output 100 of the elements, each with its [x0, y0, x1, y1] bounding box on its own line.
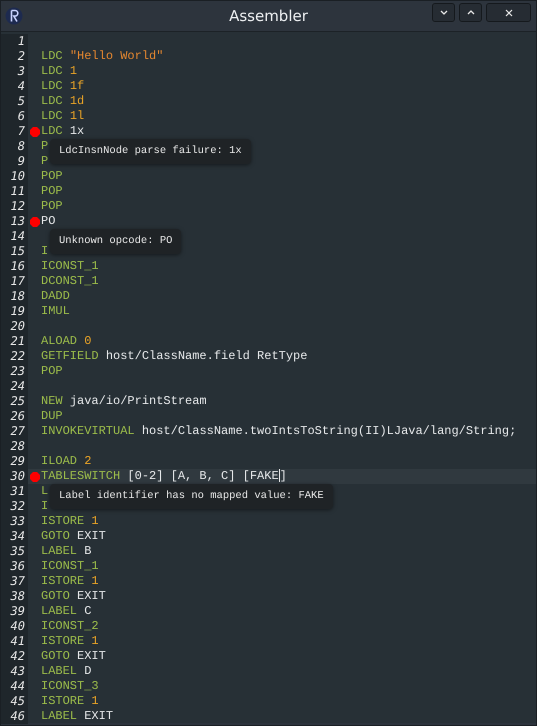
operand: B: [84, 544, 92, 558]
number-literal: 1f: [70, 79, 84, 93]
opcode: IMUL: [41, 304, 70, 318]
opcode: POP: [41, 364, 63, 378]
opcode: LABEL: [41, 709, 78, 723]
close-button[interactable]: [486, 3, 531, 22]
line-number: 22: [10, 349, 25, 363]
operand: java/io/PrintStream: [70, 394, 207, 408]
line-number: 4: [18, 79, 25, 93]
line-number: 14: [10, 229, 25, 243]
error-marker-icon: [30, 126, 40, 136]
opcode: I: [41, 244, 48, 258]
line-number: 34: [10, 529, 25, 543]
line-number: 16: [10, 259, 25, 273]
opcode: I: [41, 499, 48, 513]
operand: C: [84, 604, 92, 618]
chevron-down-icon: [440, 10, 448, 15]
line-number: 20: [10, 319, 25, 333]
opcode: LDC: [41, 64, 63, 78]
line-number: 26: [10, 409, 25, 423]
opcode: LDC: [41, 124, 63, 138]
opcode: POP: [41, 184, 63, 198]
opcode: P: [41, 139, 48, 153]
opcode: ILOAD: [41, 454, 78, 468]
opcode: ALOAD: [41, 334, 78, 348]
opcode: LDC: [41, 49, 63, 63]
error-tooltip: Unknown opcode: PO: [50, 229, 182, 254]
bracket: ]: [280, 469, 287, 483]
opcode: LDC: [41, 94, 63, 108]
operand: host/ClassName.field RetType: [106, 349, 308, 363]
opcode: ISTORE: [41, 634, 84, 648]
operand: PO: [41, 214, 56, 228]
chevron-up-icon: [466, 10, 474, 15]
opcode: DUP: [41, 409, 63, 423]
opcode: LABEL: [41, 604, 78, 618]
opcode: GETFIELD: [41, 349, 99, 363]
number-literal: 1: [91, 694, 99, 708]
opcode: LDC: [41, 109, 63, 123]
line-number: 42: [10, 649, 25, 663]
line-number: 11: [10, 184, 25, 198]
opcode: ISTORE: [41, 574, 84, 588]
line-number: 44: [10, 679, 25, 693]
line-number: 3: [18, 64, 25, 78]
line-number: 25: [10, 394, 25, 408]
line-number: 19: [10, 304, 25, 318]
number-literal: 0: [84, 334, 92, 348]
number-literal: 1: [91, 574, 99, 588]
number-literal: 1: [91, 514, 99, 528]
line-number: 23: [10, 364, 25, 378]
opcode: INVOKEVIRTUAL: [41, 424, 135, 438]
maximize-button[interactable]: [459, 3, 482, 22]
line-number: 24: [10, 379, 25, 393]
opcode: ISTORE: [41, 694, 84, 708]
error-marker-icon: [30, 216, 40, 226]
operand: EXIT: [77, 529, 106, 543]
error-tooltip: Label identifier has no mapped value: FAKE: [50, 484, 333, 509]
number-literal: 1d: [70, 94, 84, 108]
line-number: 27: [10, 424, 25, 438]
opcode: ICONST_2: [41, 619, 99, 633]
line-number: 29: [10, 454, 25, 468]
opcode: ICONST_3: [41, 679, 99, 693]
operand: EXIT: [77, 649, 106, 663]
line-number: 39: [10, 604, 25, 618]
line-number: 32: [10, 499, 25, 513]
opcode: DADD: [41, 289, 70, 303]
opcode: DCONST_1: [41, 274, 99, 288]
line-number: 38: [10, 589, 25, 603]
line-number: 43: [10, 664, 25, 678]
line-number: 2: [18, 49, 25, 63]
number-literal: 1: [70, 64, 78, 78]
line-number: 37: [10, 574, 25, 588]
operand: EXIT: [77, 589, 106, 603]
line-number: 1: [18, 34, 25, 48]
line-number: 45: [10, 694, 25, 708]
error-marker-icon: [30, 472, 40, 482]
string-literal: "Hello World": [70, 49, 164, 63]
line-number: 41: [10, 634, 25, 648]
opcode: P: [41, 154, 48, 168]
opcode: POP: [41, 169, 63, 183]
opcode: GOTO: [41, 529, 70, 543]
text-cursor: [278, 469, 280, 482]
operand: 1x: [70, 124, 84, 138]
line-number: 21: [10, 334, 25, 348]
operand: EXIT: [84, 709, 114, 723]
line-number: 7: [18, 124, 25, 138]
line-number: 9: [18, 154, 25, 168]
operand: host/ClassName.twoIntsToString(II)LJava/lang/String;: [142, 424, 516, 438]
close-icon: [504, 8, 512, 16]
line-number: 30: [10, 469, 25, 483]
line-number: 17: [10, 274, 25, 288]
opcode: POP: [41, 199, 63, 213]
line-number: 36: [10, 559, 25, 573]
error-tooltip: LdcInsnNode parse failure: 1x: [50, 139, 251, 164]
line-number: 18: [10, 289, 25, 303]
line-number: 10: [10, 169, 25, 183]
minimize-button[interactable]: [432, 3, 455, 22]
opcode: ICONST_1: [41, 559, 99, 573]
line-number: 13: [10, 214, 25, 228]
line-number: 6: [18, 109, 25, 123]
opcode: TABLESWITCH: [41, 469, 120, 483]
